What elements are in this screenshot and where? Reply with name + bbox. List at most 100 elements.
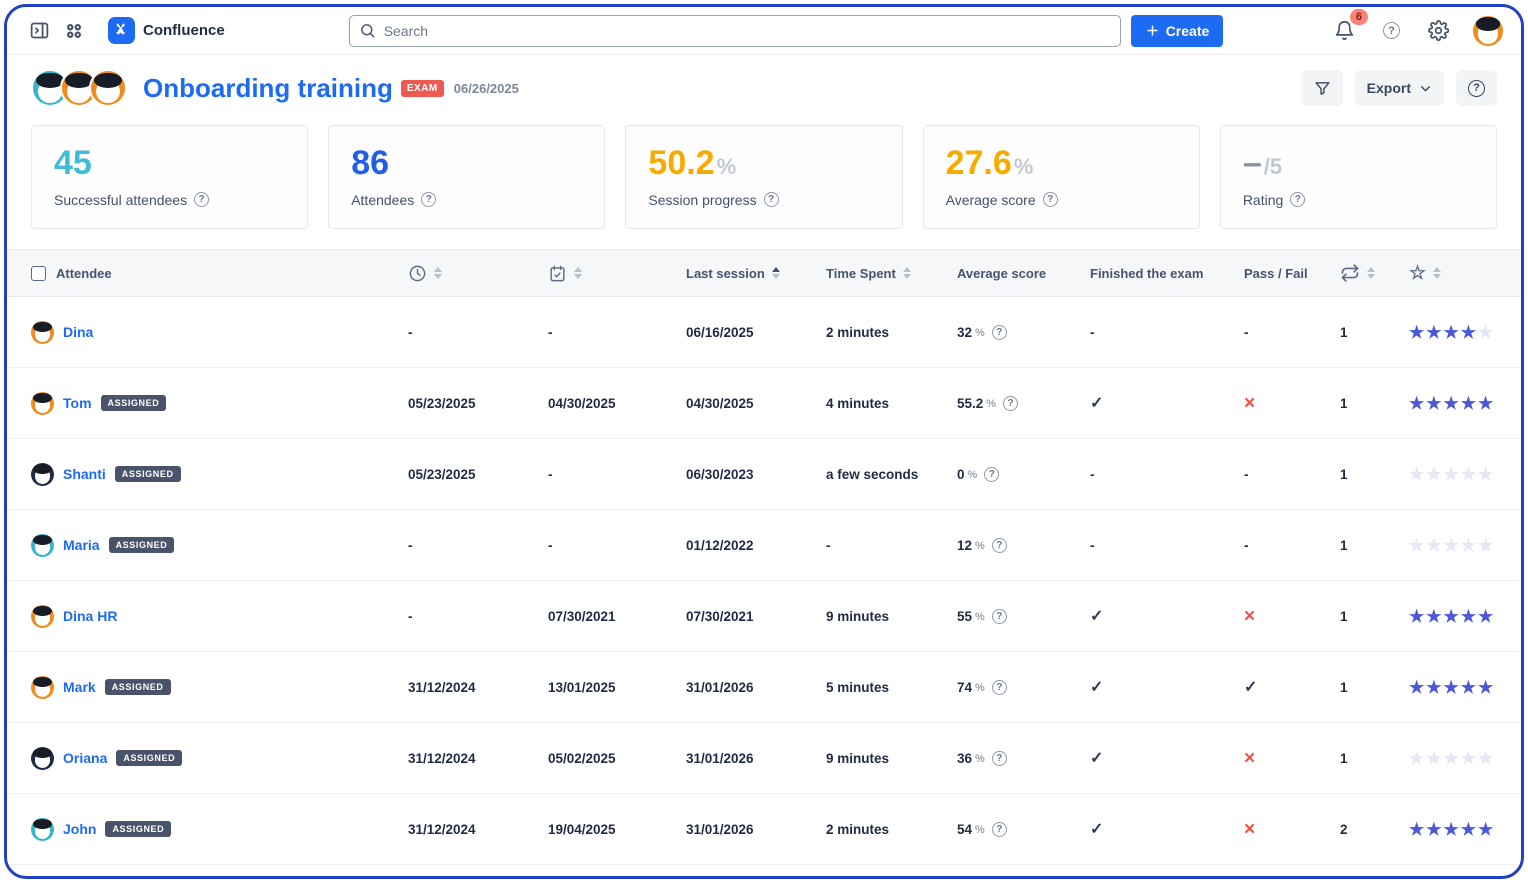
confluence-logo-icon[interactable]	[108, 17, 135, 44]
help-icon[interactable]	[1003, 396, 1018, 411]
attendee-name-link[interactable]: Oriana	[63, 750, 107, 766]
app-window: Confluence Create 6	[4, 4, 1524, 879]
app-switcher-icon[interactable]	[60, 17, 88, 45]
attempts-repeat-icon	[1340, 263, 1360, 283]
attempts-cell: 1	[1337, 396, 1397, 411]
attendee-name-link[interactable]: Shanti	[63, 466, 106, 482]
page-title: Onboarding training	[143, 73, 393, 104]
sort-control[interactable]	[434, 267, 442, 279]
create-button[interactable]: Create	[1131, 15, 1224, 47]
due-date-cell: -	[532, 325, 672, 340]
attendee-name-link[interactable]: Dina HR	[63, 608, 117, 624]
sort-control[interactable]	[903, 267, 911, 279]
notifications-bell-icon[interactable]: 6	[1330, 16, 1359, 45]
attendee-name-link[interactable]: Tom	[63, 395, 92, 411]
attendee-avatar	[31, 747, 54, 770]
time-spent-cell: 9 minutes	[822, 609, 952, 624]
sort-control[interactable]	[1433, 267, 1441, 279]
chevron-down-icon	[1419, 82, 1432, 95]
search-container	[349, 15, 1121, 47]
help-icon[interactable]	[984, 467, 999, 482]
sort-control-active[interactable]	[772, 267, 780, 279]
stat-suffix: /5	[1264, 154, 1282, 179]
table-row: Oriana ASSIGNED 31/12/2024 05/02/2025 31…	[7, 723, 1521, 794]
attendee-name-link[interactable]: Maria	[63, 537, 100, 553]
column-header-last-session: Last session	[686, 266, 765, 281]
page-header: Onboarding training EXAM 06/26/2025 Expo…	[7, 55, 1521, 123]
rating-stars: ★★★★★	[1397, 821, 1521, 838]
average-score-cell: 54 %	[952, 822, 1082, 837]
percent-sign: %	[968, 469, 978, 481]
attendee-name-link[interactable]: John	[63, 821, 96, 837]
stat-card-session-progress: 50.2% Session progress	[625, 125, 902, 229]
stat-value: 27.6	[946, 144, 1012, 182]
avatar	[89, 69, 127, 107]
score-value: 54	[957, 822, 972, 837]
settings-gear-icon[interactable]	[1424, 16, 1453, 45]
select-all-checkbox[interactable]	[31, 266, 46, 281]
stat-suffix: %	[1014, 154, 1034, 179]
percent-sign: %	[975, 753, 985, 765]
filter-button[interactable]	[1302, 70, 1343, 106]
stat-card-successful-attendees: 45 Successful attendees	[31, 125, 308, 229]
pass-fail-cell: -	[1212, 467, 1337, 482]
user-avatar[interactable]	[1473, 16, 1503, 46]
page-help-button[interactable]	[1456, 70, 1497, 106]
table-row: Dina - - 06/16/2025 2 minutes 32 % - - 1…	[7, 297, 1521, 368]
help-icon[interactable]	[992, 325, 1007, 340]
rating-stars: ★★★★★	[1397, 466, 1521, 483]
due-date-calendar-icon	[548, 264, 567, 283]
attendee-name-link[interactable]: Dina	[63, 324, 93, 340]
attempts-cell: 1	[1337, 609, 1397, 624]
finished-exam-cell: -	[1082, 538, 1212, 553]
time-spent-cell: 4 minutes	[822, 396, 952, 411]
last-session-cell: 04/30/2025	[672, 396, 822, 411]
help-icon[interactable]	[764, 192, 779, 207]
help-icon[interactable]	[194, 192, 209, 207]
sort-control[interactable]	[574, 267, 582, 279]
time-spent-cell: 2 minutes	[822, 822, 952, 837]
assigned-badge: ASSIGNED	[115, 466, 181, 482]
exam-badge: EXAM	[401, 80, 444, 97]
attendee-avatar	[31, 463, 54, 486]
stat-value: 86	[351, 144, 389, 182]
average-score-cell: 32 %	[952, 325, 1082, 340]
due-date-cell: 04/30/2025	[532, 396, 672, 411]
export-button[interactable]: Export	[1355, 70, 1444, 106]
start-date-clock-icon	[408, 264, 427, 283]
help-icon[interactable]	[1043, 192, 1058, 207]
stat-label: Attendees	[351, 192, 414, 208]
table-row: Maria ASSIGNED - - 01/12/2022 - 12 % - -…	[7, 510, 1521, 581]
help-icon[interactable]	[992, 609, 1007, 624]
sidebar-toggle-icon[interactable]	[25, 16, 54, 45]
help-icon[interactable]	[1379, 18, 1404, 43]
table-body: Dina - - 06/16/2025 2 minutes 32 % - - 1…	[7, 297, 1521, 865]
help-icon[interactable]	[421, 192, 436, 207]
attempts-cell: 2	[1337, 822, 1397, 837]
attendee-avatar	[31, 534, 54, 557]
stat-label: Rating	[1243, 192, 1283, 208]
percent-sign: %	[986, 398, 996, 410]
help-icon[interactable]	[992, 822, 1007, 837]
help-icon[interactable]	[992, 538, 1007, 553]
help-icon[interactable]	[992, 680, 1007, 695]
stats-cards-row: 45 Successful attendees 86 Attendees 50.…	[31, 125, 1497, 229]
stat-card-rating: –/5 Rating	[1220, 125, 1497, 229]
sort-control[interactable]	[1367, 267, 1375, 279]
column-header-average-score: Average score	[957, 266, 1046, 281]
start-date-cell: 05/23/2025	[392, 396, 532, 411]
help-icon[interactable]	[992, 751, 1007, 766]
help-icon[interactable]	[1290, 192, 1305, 207]
search-input[interactable]	[349, 15, 1121, 47]
stat-value: –	[1243, 144, 1262, 182]
attendee-avatar	[31, 676, 54, 699]
finished-exam-cell: -	[1082, 325, 1212, 340]
plus-icon	[1145, 23, 1160, 38]
pass-fail-cell: ×	[1212, 749, 1337, 768]
stat-value: 45	[54, 144, 92, 182]
attendee-name-link[interactable]: Mark	[63, 679, 96, 695]
finished-exam-cell: -	[1082, 467, 1212, 482]
top-navigation-bar: Confluence Create 6	[7, 7, 1521, 55]
pass-fail-cell: ✓	[1212, 677, 1337, 697]
start-date-cell: -	[392, 325, 532, 340]
